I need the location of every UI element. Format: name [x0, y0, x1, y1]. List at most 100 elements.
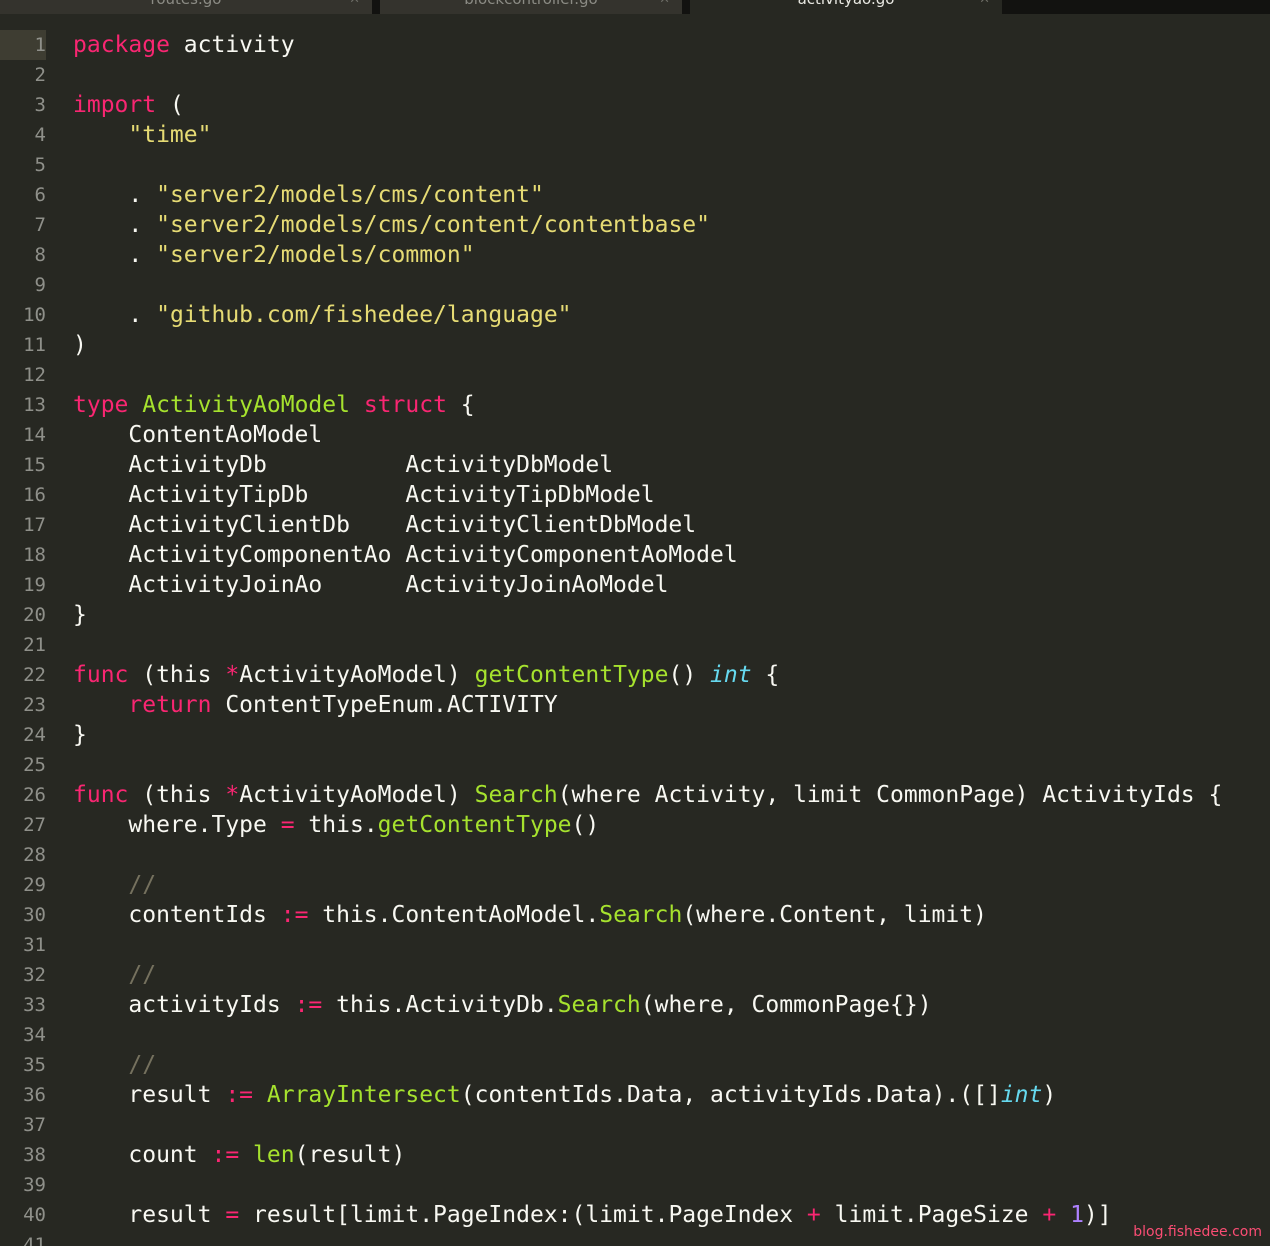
line-number[interactable]: 41 — [0, 1230, 46, 1246]
token-t: ActivityTipDb ActivityTipDbModel — [73, 482, 655, 508]
tab-close-icon[interactable]: × — [349, 0, 360, 7]
line-number[interactable]: 11 — [0, 330, 46, 360]
line-number[interactable]: 32 — [0, 960, 46, 990]
line-number[interactable]: 13 — [0, 390, 46, 420]
line-number[interactable]: 33 — [0, 990, 46, 1020]
watermark: blog.fishedee.com — [1133, 1224, 1262, 1240]
line-number[interactable]: 17 — [0, 510, 46, 540]
code-text[interactable]: count := len(result) — [73, 1140, 405, 1170]
code-text[interactable]: . "server2/models/cms/content/contentbas… — [73, 210, 710, 240]
code-text[interactable]: } — [73, 600, 87, 630]
line-number[interactable]: 15 — [0, 450, 46, 480]
code-text[interactable]: func (this *ActivityAoModel) getContentT… — [73, 660, 779, 690]
code-text[interactable]: contentIds := this.ContentAoModel.Search… — [73, 900, 987, 930]
token-t: ) — [1042, 1082, 1056, 1108]
code-text[interactable]: ActivityClientDb ActivityClientDbModel — [73, 510, 696, 540]
line-number[interactable]: 14 — [0, 420, 46, 450]
line-number[interactable]: 25 — [0, 750, 46, 780]
line-number[interactable]: 9 — [0, 270, 46, 300]
token-t: } — [73, 722, 87, 748]
code-text[interactable]: result = result[limit.PageIndex:(limit.P… — [73, 1200, 1112, 1230]
tab-label: activityao.go — [798, 0, 895, 8]
code-text[interactable]: activityIds := this.ActivityDb.Search(wh… — [73, 990, 932, 1020]
line-number[interactable]: 19 — [0, 570, 46, 600]
token-t — [1056, 1202, 1070, 1228]
line-number[interactable]: 18 — [0, 540, 46, 570]
line-number[interactable]: 12 — [0, 360, 46, 390]
token-i: int — [710, 662, 752, 688]
line-number[interactable]: 3 — [0, 90, 46, 120]
token-t — [128, 392, 142, 418]
line-number[interactable]: 2 — [0, 60, 46, 90]
code-line: 39 — [0, 1170, 1270, 1200]
line-number[interactable]: 20 — [0, 600, 46, 630]
code-text[interactable]: type ActivityAoModel struct { — [73, 390, 475, 420]
line-number[interactable]: 10 — [0, 300, 46, 330]
token-t: ActivityClientDb ActivityClientDbModel — [73, 512, 696, 538]
token-k: type — [73, 392, 128, 418]
line-number[interactable]: 29 — [0, 870, 46, 900]
line-number[interactable]: 38 — [0, 1140, 46, 1170]
code-text[interactable]: . "server2/models/common" — [73, 240, 475, 270]
code-line: 12 — [0, 360, 1270, 390]
code-text[interactable]: ActivityDb ActivityDbModel — [73, 450, 613, 480]
code-text[interactable]: . "github.com/fishedee/language" — [73, 300, 572, 330]
code-text[interactable]: result := ArrayIntersect(contentIds.Data… — [73, 1080, 1056, 1110]
line-number[interactable]: 1 — [0, 30, 46, 60]
token-c: // — [128, 1052, 156, 1078]
code-text[interactable]: where.Type = this.getContentType() — [73, 810, 599, 840]
code-text[interactable]: "time" — [73, 120, 211, 150]
line-number[interactable]: 5 — [0, 150, 46, 180]
code-text[interactable]: // — [73, 960, 156, 990]
code-text[interactable]: . "server2/models/cms/content" — [73, 180, 544, 210]
code-text[interactable]: ActivityTipDb ActivityTipDbModel — [73, 480, 655, 510]
code-text[interactable]: // — [73, 1050, 156, 1080]
token-f: Search — [599, 902, 682, 928]
line-number[interactable]: 7 — [0, 210, 46, 240]
code-text[interactable]: package activity — [73, 30, 295, 60]
line-number[interactable]: 27 — [0, 810, 46, 840]
line-number[interactable]: 37 — [0, 1110, 46, 1140]
token-t — [239, 1142, 253, 1168]
code-text[interactable]: func (this *ActivityAoModel) Search(wher… — [73, 780, 1222, 810]
token-t — [73, 872, 128, 898]
tab-label: blockcontroller.go — [464, 0, 597, 8]
code-text[interactable]: import ( — [73, 90, 184, 120]
line-number[interactable]: 40 — [0, 1200, 46, 1230]
line-number[interactable]: 39 — [0, 1170, 46, 1200]
line-number[interactable]: 34 — [0, 1020, 46, 1050]
line-number[interactable]: 22 — [0, 660, 46, 690]
code-text[interactable]: } — [73, 720, 87, 750]
token-t: { — [752, 662, 780, 688]
line-number[interactable]: 16 — [0, 480, 46, 510]
line-number[interactable]: 36 — [0, 1080, 46, 1110]
code-line: 24} — [0, 720, 1270, 750]
line-number[interactable]: 6 — [0, 180, 46, 210]
token-t: contentIds — [73, 902, 281, 928]
code-line: 37 — [0, 1110, 1270, 1140]
line-number[interactable]: 23 — [0, 690, 46, 720]
code-text[interactable]: return ContentTypeEnum.ACTIVITY — [73, 690, 558, 720]
code-text[interactable]: ActivityComponentAo ActivityComponentAoM… — [73, 540, 738, 570]
code-line: 9 — [0, 270, 1270, 300]
tab-close-icon[interactable]: × — [659, 0, 670, 7]
tab-close-icon[interactable]: × — [979, 0, 990, 7]
line-number[interactable]: 28 — [0, 840, 46, 870]
code-text[interactable]: ContentAoModel — [73, 420, 322, 450]
code-line: 7 . "server2/models/cms/content/contentb… — [0, 210, 1270, 240]
line-number[interactable]: 35 — [0, 1050, 46, 1080]
line-number[interactable]: 21 — [0, 630, 46, 660]
code-text[interactable]: ) — [73, 330, 87, 360]
line-number[interactable]: 30 — [0, 900, 46, 930]
tab-routes-go[interactable]: routes.go× — [0, 0, 372, 14]
line-number[interactable]: 31 — [0, 930, 46, 960]
line-number[interactable]: 4 — [0, 120, 46, 150]
tab-activityao-go[interactable]: activityao.go × — [690, 0, 1002, 14]
line-number[interactable]: 24 — [0, 720, 46, 750]
code-text[interactable]: ActivityJoinAo ActivityJoinAoModel — [73, 570, 668, 600]
line-number[interactable]: 26 — [0, 780, 46, 810]
line-number[interactable]: 8 — [0, 240, 46, 270]
tab-blockcontroller-go[interactable]: blockcontroller.go × — [380, 0, 682, 14]
token-i: int — [1001, 1082, 1043, 1108]
code-text[interactable]: // — [73, 870, 156, 900]
